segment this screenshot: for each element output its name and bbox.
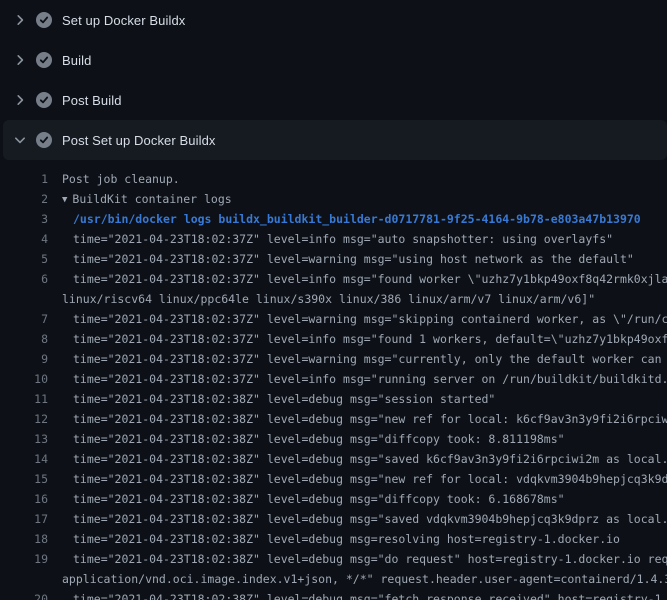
check-circle-icon [36, 92, 52, 108]
log-line: 11 time="2021-04-23T18:02:38Z" level=deb… [0, 389, 667, 409]
log-line-text: time="2021-04-23T18:02:37Z" level=info m… [62, 229, 613, 249]
log-line: 6 time="2021-04-23T18:02:37Z" level=info… [0, 269, 667, 289]
log-line-number[interactable]: 15 [0, 469, 48, 489]
chevron-right-icon[interactable] [12, 52, 28, 68]
chevron-right-icon[interactable] [12, 92, 28, 108]
log-line: 9 time="2021-04-23T18:02:37Z" level=warn… [0, 349, 667, 369]
log-line-text: time="2021-04-23T18:02:38Z" level=debug … [62, 389, 495, 409]
chevron-down-icon[interactable] [12, 132, 28, 148]
log-line-text: time="2021-04-23T18:02:38Z" level=debug … [62, 589, 667, 600]
log-line-number[interactable]: 6 [0, 269, 48, 289]
log-line: linux/riscv64 linux/ppc64le linux/s390x … [0, 289, 667, 309]
log-line-number[interactable]: 14 [0, 449, 48, 469]
step-row-set-up-docker-buildx[interactable]: Set up Docker Buildx [0, 0, 667, 40]
log-line-text: time="2021-04-23T18:02:37Z" level=warnin… [62, 349, 667, 369]
log-line-number[interactable]: 9 [0, 349, 48, 369]
log-line-number[interactable]: 17 [0, 509, 48, 529]
log-line-number[interactable]: 1 [0, 169, 48, 189]
log-line-text[interactable]: ▼BuildKit container logs [62, 189, 232, 209]
log-line: 5 time="2021-04-23T18:02:37Z" level=warn… [0, 249, 667, 269]
log-line-number[interactable]: 13 [0, 429, 48, 449]
log-line-number[interactable]: 12 [0, 409, 48, 429]
log-line-number[interactable]: 10 [0, 369, 48, 389]
step-label: Set up Docker Buildx [62, 13, 185, 28]
log-line-text: time="2021-04-23T18:02:38Z" level=debug … [62, 409, 667, 429]
log-line-text: time="2021-04-23T18:02:38Z" level=debug … [62, 529, 620, 549]
log-line-number[interactable]: 18 [0, 529, 48, 549]
check-circle-icon [36, 132, 52, 148]
log-line-number[interactable]: 8 [0, 329, 48, 349]
log-line-text: linux/riscv64 linux/ppc64le linux/s390x … [62, 289, 595, 309]
log-line: 20 time="2021-04-23T18:02:38Z" level=deb… [0, 589, 667, 600]
log-line: 4 time="2021-04-23T18:02:37Z" level=info… [0, 229, 667, 249]
log-line: 12 time="2021-04-23T18:02:38Z" level=deb… [0, 409, 667, 429]
log-line: 17 time="2021-04-23T18:02:38Z" level=deb… [0, 509, 667, 529]
log-line-text: time="2021-04-23T18:02:38Z" level=debug … [62, 429, 565, 449]
log-line-number[interactable]: 2 [0, 189, 48, 209]
log-line-text: /usr/bin/docker logs buildx_buildkit_bui… [62, 209, 641, 229]
log-line: 19 time="2021-04-23T18:02:38Z" level=deb… [0, 549, 667, 569]
log-line-number[interactable]: 5 [0, 249, 48, 269]
log-line-text: time="2021-04-23T18:02:37Z" level=warnin… [62, 249, 634, 269]
log-line-number[interactable] [0, 569, 48, 589]
log-line-number[interactable]: 16 [0, 489, 48, 509]
log-line: application/vnd.oci.image.index.v1+json,… [0, 569, 667, 589]
log-line-text: time="2021-04-23T18:02:38Z" level=debug … [62, 449, 667, 469]
log-line: 8 time="2021-04-23T18:02:37Z" level=info… [0, 329, 667, 349]
log-line-number[interactable]: 11 [0, 389, 48, 409]
step-label: Post Build [62, 93, 122, 108]
log-area: 1 Post job cleanup. 2 ▼BuildKit containe… [0, 160, 667, 600]
log-line-text: time="2021-04-23T18:02:37Z" level=info m… [62, 269, 667, 289]
log-line-text: time="2021-04-23T18:02:38Z" level=debug … [62, 469, 667, 489]
log-line-text: time="2021-04-23T18:02:37Z" level=info m… [62, 369, 667, 389]
step-row-build[interactable]: Build [0, 40, 667, 80]
check-circle-icon [36, 12, 52, 28]
log-line-number[interactable]: 4 [0, 229, 48, 249]
steps-list: Set up Docker Buildx Build Post Buil [0, 0, 667, 160]
step-row-post-build[interactable]: Post Build [0, 80, 667, 120]
log-line: 7 time="2021-04-23T18:02:37Z" level=warn… [0, 309, 667, 329]
log-line: 15 time="2021-04-23T18:02:38Z" level=deb… [0, 469, 667, 489]
log-line: 13 time="2021-04-23T18:02:38Z" level=deb… [0, 429, 667, 449]
log-line-number[interactable]: 7 [0, 309, 48, 329]
log-line: 14 time="2021-04-23T18:02:38Z" level=deb… [0, 449, 667, 469]
actions-log-panel: Set up Docker Buildx Build Post Buil [0, 0, 667, 600]
collapse-triangle-icon[interactable]: ▼ [62, 190, 67, 209]
step-label: Post Set up Docker Buildx [62, 133, 216, 148]
log-line-number[interactable]: 20 [0, 589, 48, 600]
log-line-number[interactable]: 3 [0, 209, 48, 229]
log-line-text: time="2021-04-23T18:02:37Z" level=info m… [62, 329, 667, 349]
log-line: 18 time="2021-04-23T18:02:38Z" level=deb… [0, 529, 667, 549]
log-line-text: Post job cleanup. [62, 169, 180, 189]
log-line: 1 Post job cleanup. [0, 169, 667, 189]
log-line: 10 time="2021-04-23T18:02:37Z" level=inf… [0, 369, 667, 389]
log-line-text: time="2021-04-23T18:02:38Z" level=debug … [62, 509, 667, 529]
log-line-number[interactable] [0, 289, 48, 309]
log-line-text: application/vnd.oci.image.index.v1+json,… [62, 569, 667, 589]
log-line: 2 ▼BuildKit container logs [0, 189, 667, 209]
log-line: 3 /usr/bin/docker logs buildx_buildkit_b… [0, 209, 667, 229]
log-line: 16 time="2021-04-23T18:02:38Z" level=deb… [0, 489, 667, 509]
check-circle-icon [36, 52, 52, 68]
step-row-post-set-up-docker-buildx[interactable]: Post Set up Docker Buildx [3, 120, 667, 160]
log-line-text: time="2021-04-23T18:02:38Z" level=debug … [62, 549, 667, 569]
step-label: Build [62, 53, 91, 68]
chevron-right-icon[interactable] [12, 12, 28, 28]
log-line-text: time="2021-04-23T18:02:38Z" level=debug … [62, 489, 565, 509]
log-line-text: time="2021-04-23T18:02:37Z" level=warnin… [62, 309, 667, 329]
log-line-number[interactable]: 19 [0, 549, 48, 569]
